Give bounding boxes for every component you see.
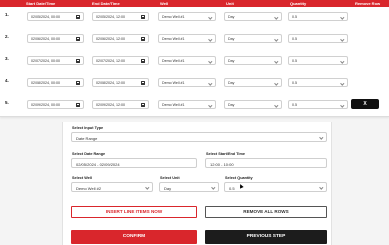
date-range-label: Select Date Range xyxy=(72,152,106,156)
chevron-down-icon xyxy=(274,80,279,85)
quantity-label: Select Quantity xyxy=(225,176,253,180)
table-header: Start Date/Time End Date/Time Well Unit … xyxy=(0,0,389,7)
header-remove: Remove Row xyxy=(355,1,381,6)
mouse-cursor-icon xyxy=(238,183,244,189)
end-datetime-field[interactable]: 02/08/2024, 12:00 xyxy=(92,78,149,87)
calendar-icon[interactable] xyxy=(141,15,145,19)
unit-select[interactable]: Day xyxy=(224,100,282,109)
table-row: 3. 02/07/2024, 00:00 02/07/2024, 12:00 D… xyxy=(0,54,389,66)
chevron-down-icon xyxy=(340,36,345,41)
header-start: Start Date/Time xyxy=(26,1,56,6)
chevron-down-icon xyxy=(319,184,324,189)
calendar-icon[interactable] xyxy=(141,59,145,63)
unit-label: Select Unit xyxy=(160,176,180,180)
chevron-down-icon xyxy=(208,102,213,107)
chevron-down-icon xyxy=(208,80,213,85)
unit-select[interactable]: Day xyxy=(224,78,282,87)
quantity-select[interactable]: 0.5 xyxy=(288,34,348,43)
unit-select[interactable]: Day xyxy=(224,34,282,43)
input-type-select[interactable]: Date Range xyxy=(71,132,327,142)
date-range-field[interactable]: 02/05/2024 - 02/09/2024 xyxy=(71,158,197,168)
chevron-down-icon xyxy=(340,58,345,63)
table-row: 2. 02/06/2024, 00:00 02/06/2024, 12:00 D… xyxy=(0,32,389,44)
chevron-down-icon xyxy=(208,36,213,41)
start-datetime-field[interactable]: 02/07/2024, 00:00 xyxy=(27,56,84,65)
end-datetime-field[interactable]: 02/07/2024, 12:00 xyxy=(92,56,149,65)
table-row: 5. 02/09/2024, 00:00 02/09/2024, 12:00 D… xyxy=(0,98,389,110)
chevron-down-icon xyxy=(274,36,279,41)
well-select[interactable]: Demo Well #1 xyxy=(158,100,216,109)
calendar-icon[interactable] xyxy=(76,81,80,85)
header-well: Well xyxy=(160,1,169,6)
unit-select[interactable]: Day xyxy=(224,56,282,65)
previous-step-button[interactable]: PREVIOUS STEP xyxy=(205,230,327,244)
end-datetime-field[interactable]: 02/09/2024, 12:00 xyxy=(92,100,149,109)
well-select[interactable]: Demo Well #1 xyxy=(158,12,216,21)
calendar-icon[interactable] xyxy=(76,103,80,107)
calendar-icon[interactable] xyxy=(141,103,145,107)
chevron-down-icon xyxy=(145,184,150,189)
chevron-down-icon xyxy=(274,58,279,63)
calendar-icon[interactable] xyxy=(76,37,80,41)
header-quantity: Quantity xyxy=(290,1,307,6)
table-row: 4. 02/08/2024, 00:00 02/08/2024, 12:00 D… xyxy=(0,76,389,88)
start-datetime-field[interactable]: 02/05/2024, 00:00 xyxy=(27,12,84,21)
row-number: 1. xyxy=(5,12,9,17)
unit-select[interactable]: Day xyxy=(224,12,282,21)
confirm-button[interactable]: CONFIRM xyxy=(71,230,197,244)
row-number: 5. xyxy=(5,100,9,105)
quantity-select[interactable]: 0.5 xyxy=(224,182,327,192)
header-end: End Date/Time xyxy=(92,1,120,6)
chevron-down-icon xyxy=(340,80,345,85)
quantity-select[interactable]: 0.5 xyxy=(288,100,348,109)
well-select[interactable]: Demo Well #1 xyxy=(158,34,216,43)
table-row: 1. 02/05/2024, 00:00 02/05/2024, 12:00 D… xyxy=(0,10,389,22)
well-select[interactable]: Demo Well #2 xyxy=(71,182,153,192)
chevron-down-icon xyxy=(208,58,213,63)
quantity-select[interactable]: 0.5 xyxy=(288,56,348,65)
start-datetime-field[interactable]: 02/08/2024, 00:00 xyxy=(27,78,84,87)
chevron-down-icon xyxy=(208,14,213,19)
time-field[interactable]: 12:00 - 10:00 xyxy=(205,158,327,168)
chevron-down-icon xyxy=(340,14,345,19)
chevron-down-icon xyxy=(211,184,216,189)
start-datetime-field[interactable]: 02/09/2024, 00:00 xyxy=(27,100,84,109)
row-number: 3. xyxy=(5,56,9,61)
unit-select[interactable]: Day xyxy=(159,182,219,192)
chevron-down-icon xyxy=(319,134,324,139)
well-label: Select Well xyxy=(72,176,92,180)
row-number: 2. xyxy=(5,34,9,39)
header-unit: Unit xyxy=(226,1,234,6)
well-select[interactable]: Demo Well #1 xyxy=(158,56,216,65)
quantity-select[interactable]: 0.5 xyxy=(288,12,348,21)
end-datetime-field[interactable]: 02/05/2024, 12:00 xyxy=(92,12,149,21)
calendar-icon[interactable] xyxy=(76,15,80,19)
quantity-select[interactable]: 0.5 xyxy=(288,78,348,87)
start-datetime-field[interactable]: 02/06/2024, 00:00 xyxy=(27,34,84,43)
input-type-label: Select Input Type xyxy=(72,126,104,130)
time-label: Select Start/End Time xyxy=(206,152,245,156)
calendar-icon[interactable] xyxy=(76,59,80,63)
calendar-icon[interactable] xyxy=(141,81,145,85)
chevron-down-icon xyxy=(274,14,279,19)
chevron-down-icon xyxy=(340,102,345,107)
remove-row-button[interactable]: X xyxy=(351,99,379,109)
chevron-down-icon xyxy=(274,102,279,107)
remove-all-rows-button[interactable]: REMOVE ALL ROWS xyxy=(205,206,327,218)
insert-line-items-button[interactable]: INSERT LINE ITEMS NOW xyxy=(71,206,197,218)
well-select[interactable]: Demo Well #1 xyxy=(158,78,216,87)
calendar-icon[interactable] xyxy=(141,37,145,41)
end-datetime-field[interactable]: 02/06/2024, 12:00 xyxy=(92,34,149,43)
line-items-table: 1. 02/05/2024, 00:00 02/05/2024, 12:00 D… xyxy=(0,7,389,117)
row-number: 4. xyxy=(5,78,9,83)
insert-line-items-form: Select Input Type Date Range Select Date… xyxy=(62,122,332,245)
